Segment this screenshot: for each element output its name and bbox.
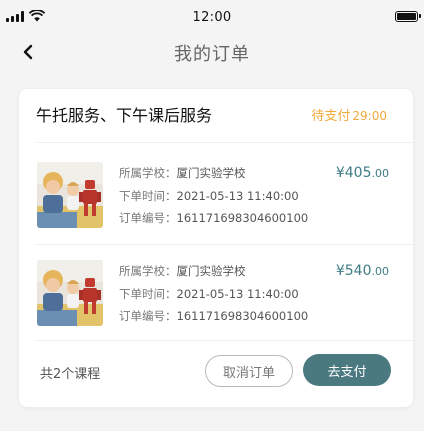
signal-icon: [6, 11, 24, 22]
nav-bar: 我的订单: [0, 34, 424, 70]
course-item[interactable]: 所属学校：厦门实验学校 下单时间：2021-05-13 11:40:00 订单编…: [19, 240, 413, 326]
payment-status: 待支付 29:00: [311, 105, 387, 124]
course-info: 所属学校：厦门实验学校 下单时间：2021-05-13 11:40:00 订单编…: [119, 162, 308, 230]
order-footer: 共2个课程 取消订单 去支付: [19, 353, 413, 393]
order-number-row: 订单编号：161171698304600100: [119, 211, 309, 225]
course-image: [37, 260, 103, 326]
order-time-row: 下单时间：2021-05-13 11:40:00: [119, 188, 299, 203]
course-count: 共2个课程: [40, 367, 101, 382]
order-time-row: 下单时间：2021-05-13 11:40:00: [119, 286, 299, 301]
page-title: 我的订单: [174, 44, 250, 65]
course-image: [37, 162, 103, 228]
school-row: 所属学校：厦门实验学校: [119, 166, 246, 180]
order-title: 午托服务、下午课后服务: [36, 106, 213, 125]
status-bar: 12:00: [0, 0, 424, 34]
battery-icon: [395, 11, 421, 22]
divider: [36, 340, 413, 341]
countdown-timer: 29:00: [352, 109, 387, 123]
order-header: 午托服务、下午课后服务 待支付 29:00: [19, 89, 413, 142]
wifi-icon: [29, 10, 45, 22]
course-item[interactable]: 所属学校：厦门实验学校 下单时间：2021-05-13 11:40:00 订单编…: [19, 142, 413, 228]
cancel-order-button[interactable]: 取消订单: [205, 355, 293, 387]
pay-button[interactable]: 去支付: [303, 354, 391, 386]
course-info: 所属学校：厦门实验学校 下单时间：2021-05-13 11:40:00 订单编…: [119, 260, 308, 328]
order-card: 午托服务、下午课后服务 待支付 29:00 所属学校：厦门实验学校 下单时间：2…: [19, 89, 413, 407]
course-price: ¥540.00: [335, 263, 389, 279]
school-row: 所属学校：厦门实验学校: [119, 264, 246, 278]
status-label: 待支付: [311, 109, 351, 124]
status-time: 12:00: [192, 9, 232, 25]
course-price: ¥405.00: [335, 165, 389, 181]
order-number-row: 订单编号：161171698304600100: [119, 309, 309, 323]
